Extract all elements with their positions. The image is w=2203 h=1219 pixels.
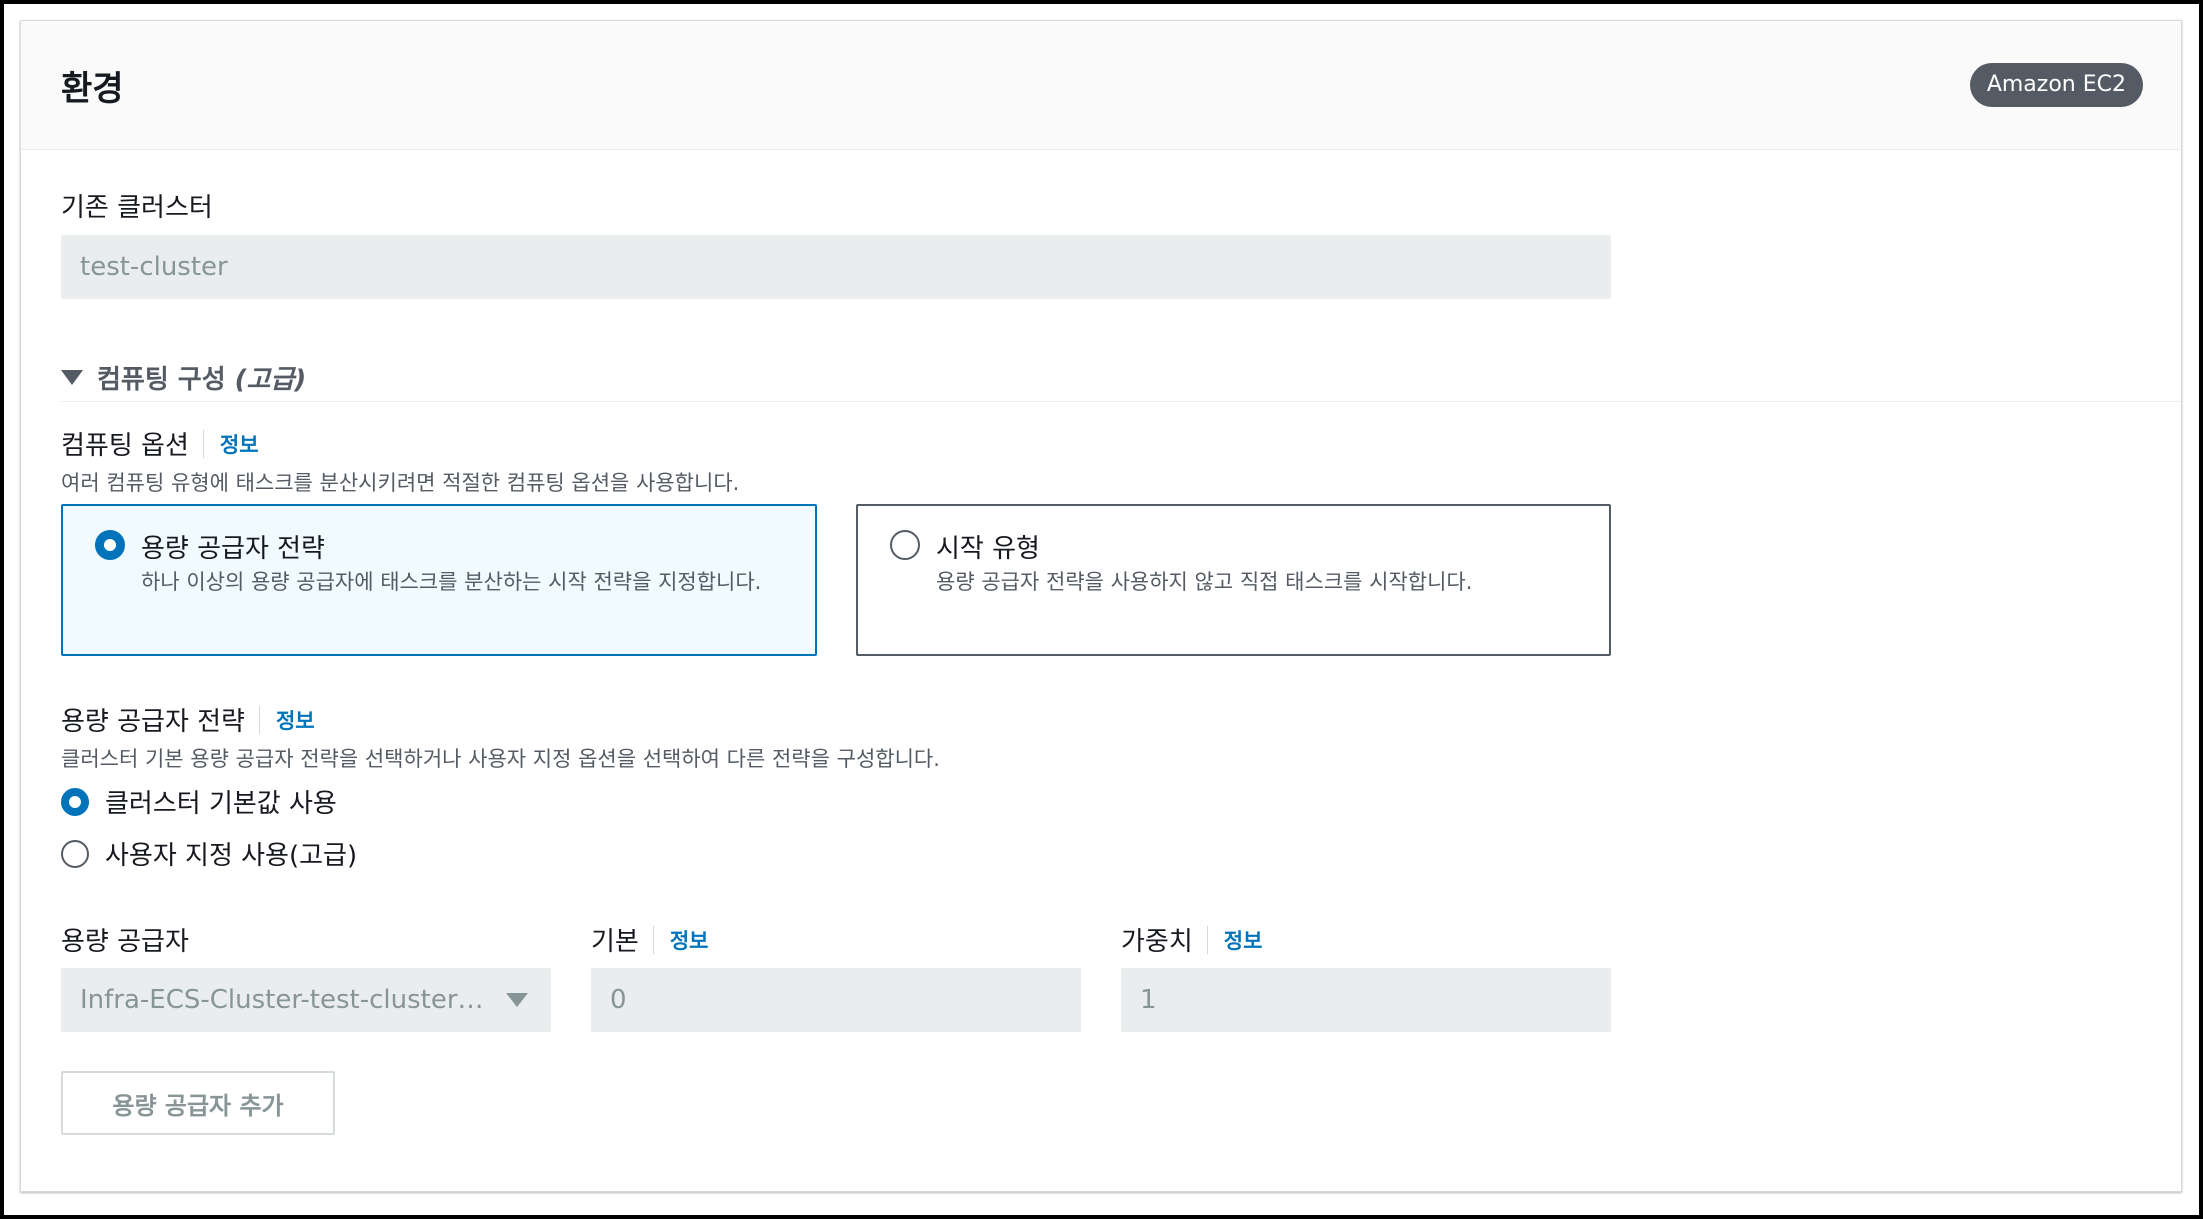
capacity-provider-value: Infra-ECS-Cluster-test-cluster… — [80, 985, 484, 1015]
tile-title: 시작 유형 — [936, 534, 1040, 564]
platform-badge: Amazon EC2 — [1969, 63, 2143, 107]
add-capacity-provider-button[interactable]: 용량 공급자 추가 — [61, 1071, 335, 1135]
radio-capacity-provider-strategy[interactable] — [95, 530, 125, 560]
compute-config-title: 컴퓨팅 구성 — [97, 365, 226, 395]
caret-down-icon — [61, 370, 83, 385]
weight-info-link[interactable]: 정보 — [1224, 925, 1263, 955]
weight-header: 가중치 정보 — [1121, 921, 1262, 958]
dropdown-caret-icon — [506, 993, 528, 1007]
info-separator — [202, 429, 204, 458]
option-label: 클러스터 기본값 사용 — [105, 789, 337, 819]
compute-options-description: 여러 컴퓨팅 유형에 태스크를 분산시키려면 적절한 컴퓨팅 옵션을 사용합니다… — [61, 471, 740, 495]
weight-label: 가중치 — [1121, 927, 1193, 957]
compute-options-info-link[interactable]: 정보 — [220, 429, 259, 459]
option-label: 사용자 지정 사용(고급) — [105, 841, 358, 871]
radio-cluster-default[interactable] — [61, 787, 89, 816]
compute-config-advanced: (고급) — [234, 365, 307, 395]
info-separator — [1206, 925, 1208, 954]
tile-capacity-provider-strategy[interactable]: 용량 공급자 전략 하나 이상의 용량 공급자에 태스크를 분산하는 시작 전략… — [61, 504, 817, 656]
environment-panel: 환경 Amazon EC2 기존 클러스터 test-cluster 컴퓨팅 구… — [20, 20, 2182, 1192]
existing-cluster-input: test-cluster — [61, 235, 1611, 299]
capacity-strategy-label: 용량 공급자 전략 — [61, 707, 245, 737]
info-separator — [652, 925, 654, 954]
base-input: 0 — [591, 968, 1081, 1032]
tile-title: 용량 공급자 전략 — [141, 534, 325, 564]
weight-input: 1 — [1121, 968, 1611, 1032]
panel-header: 환경 Amazon EC2 — [21, 21, 2181, 150]
info-separator — [258, 705, 260, 734]
base-label: 기본 — [591, 927, 639, 957]
capacity-provider-select: Infra-ECS-Cluster-test-cluster… — [61, 968, 551, 1032]
compute-config-expander[interactable]: 컴퓨팅 구성 (고급) — [61, 359, 306, 396]
option-cluster-default[interactable]: 클러스터 기본값 사용 — [61, 783, 337, 820]
compute-options-label: 컴퓨팅 옵션 — [61, 431, 189, 461]
radio-launch-type[interactable] — [890, 530, 920, 560]
option-custom[interactable]: 사용자 지정 사용(고급) — [61, 835, 357, 872]
panel-title: 환경 — [61, 69, 124, 109]
existing-cluster-label: 기존 클러스터 — [61, 193, 213, 223]
capacity-strategy-description: 클러스터 기본 용량 공급자 전략을 선택하거나 사용자 지정 옵션을 선택하여… — [61, 747, 940, 771]
section-divider — [61, 401, 2181, 402]
capacity-strategy-header: 용량 공급자 전략 정보 — [61, 701, 315, 738]
base-info-link[interactable]: 정보 — [670, 925, 709, 955]
compute-options-header: 컴퓨팅 옵션 정보 — [61, 425, 259, 462]
radio-custom[interactable] — [61, 839, 89, 868]
tile-description: 용량 공급자 전략을 사용하지 않고 직접 태스크를 시작합니다. — [936, 570, 1473, 594]
base-header: 기본 정보 — [591, 921, 708, 958]
capacity-strategy-info-link[interactable]: 정보 — [276, 705, 315, 735]
tile-description: 하나 이상의 용량 공급자에 태스크를 분산하는 시작 전략을 지정합니다. — [141, 570, 762, 594]
capacity-provider-label: 용량 공급자 — [61, 927, 189, 957]
tile-launch-type[interactable]: 시작 유형 용량 공급자 전략을 사용하지 않고 직접 태스크를 시작합니다. — [856, 504, 1611, 656]
